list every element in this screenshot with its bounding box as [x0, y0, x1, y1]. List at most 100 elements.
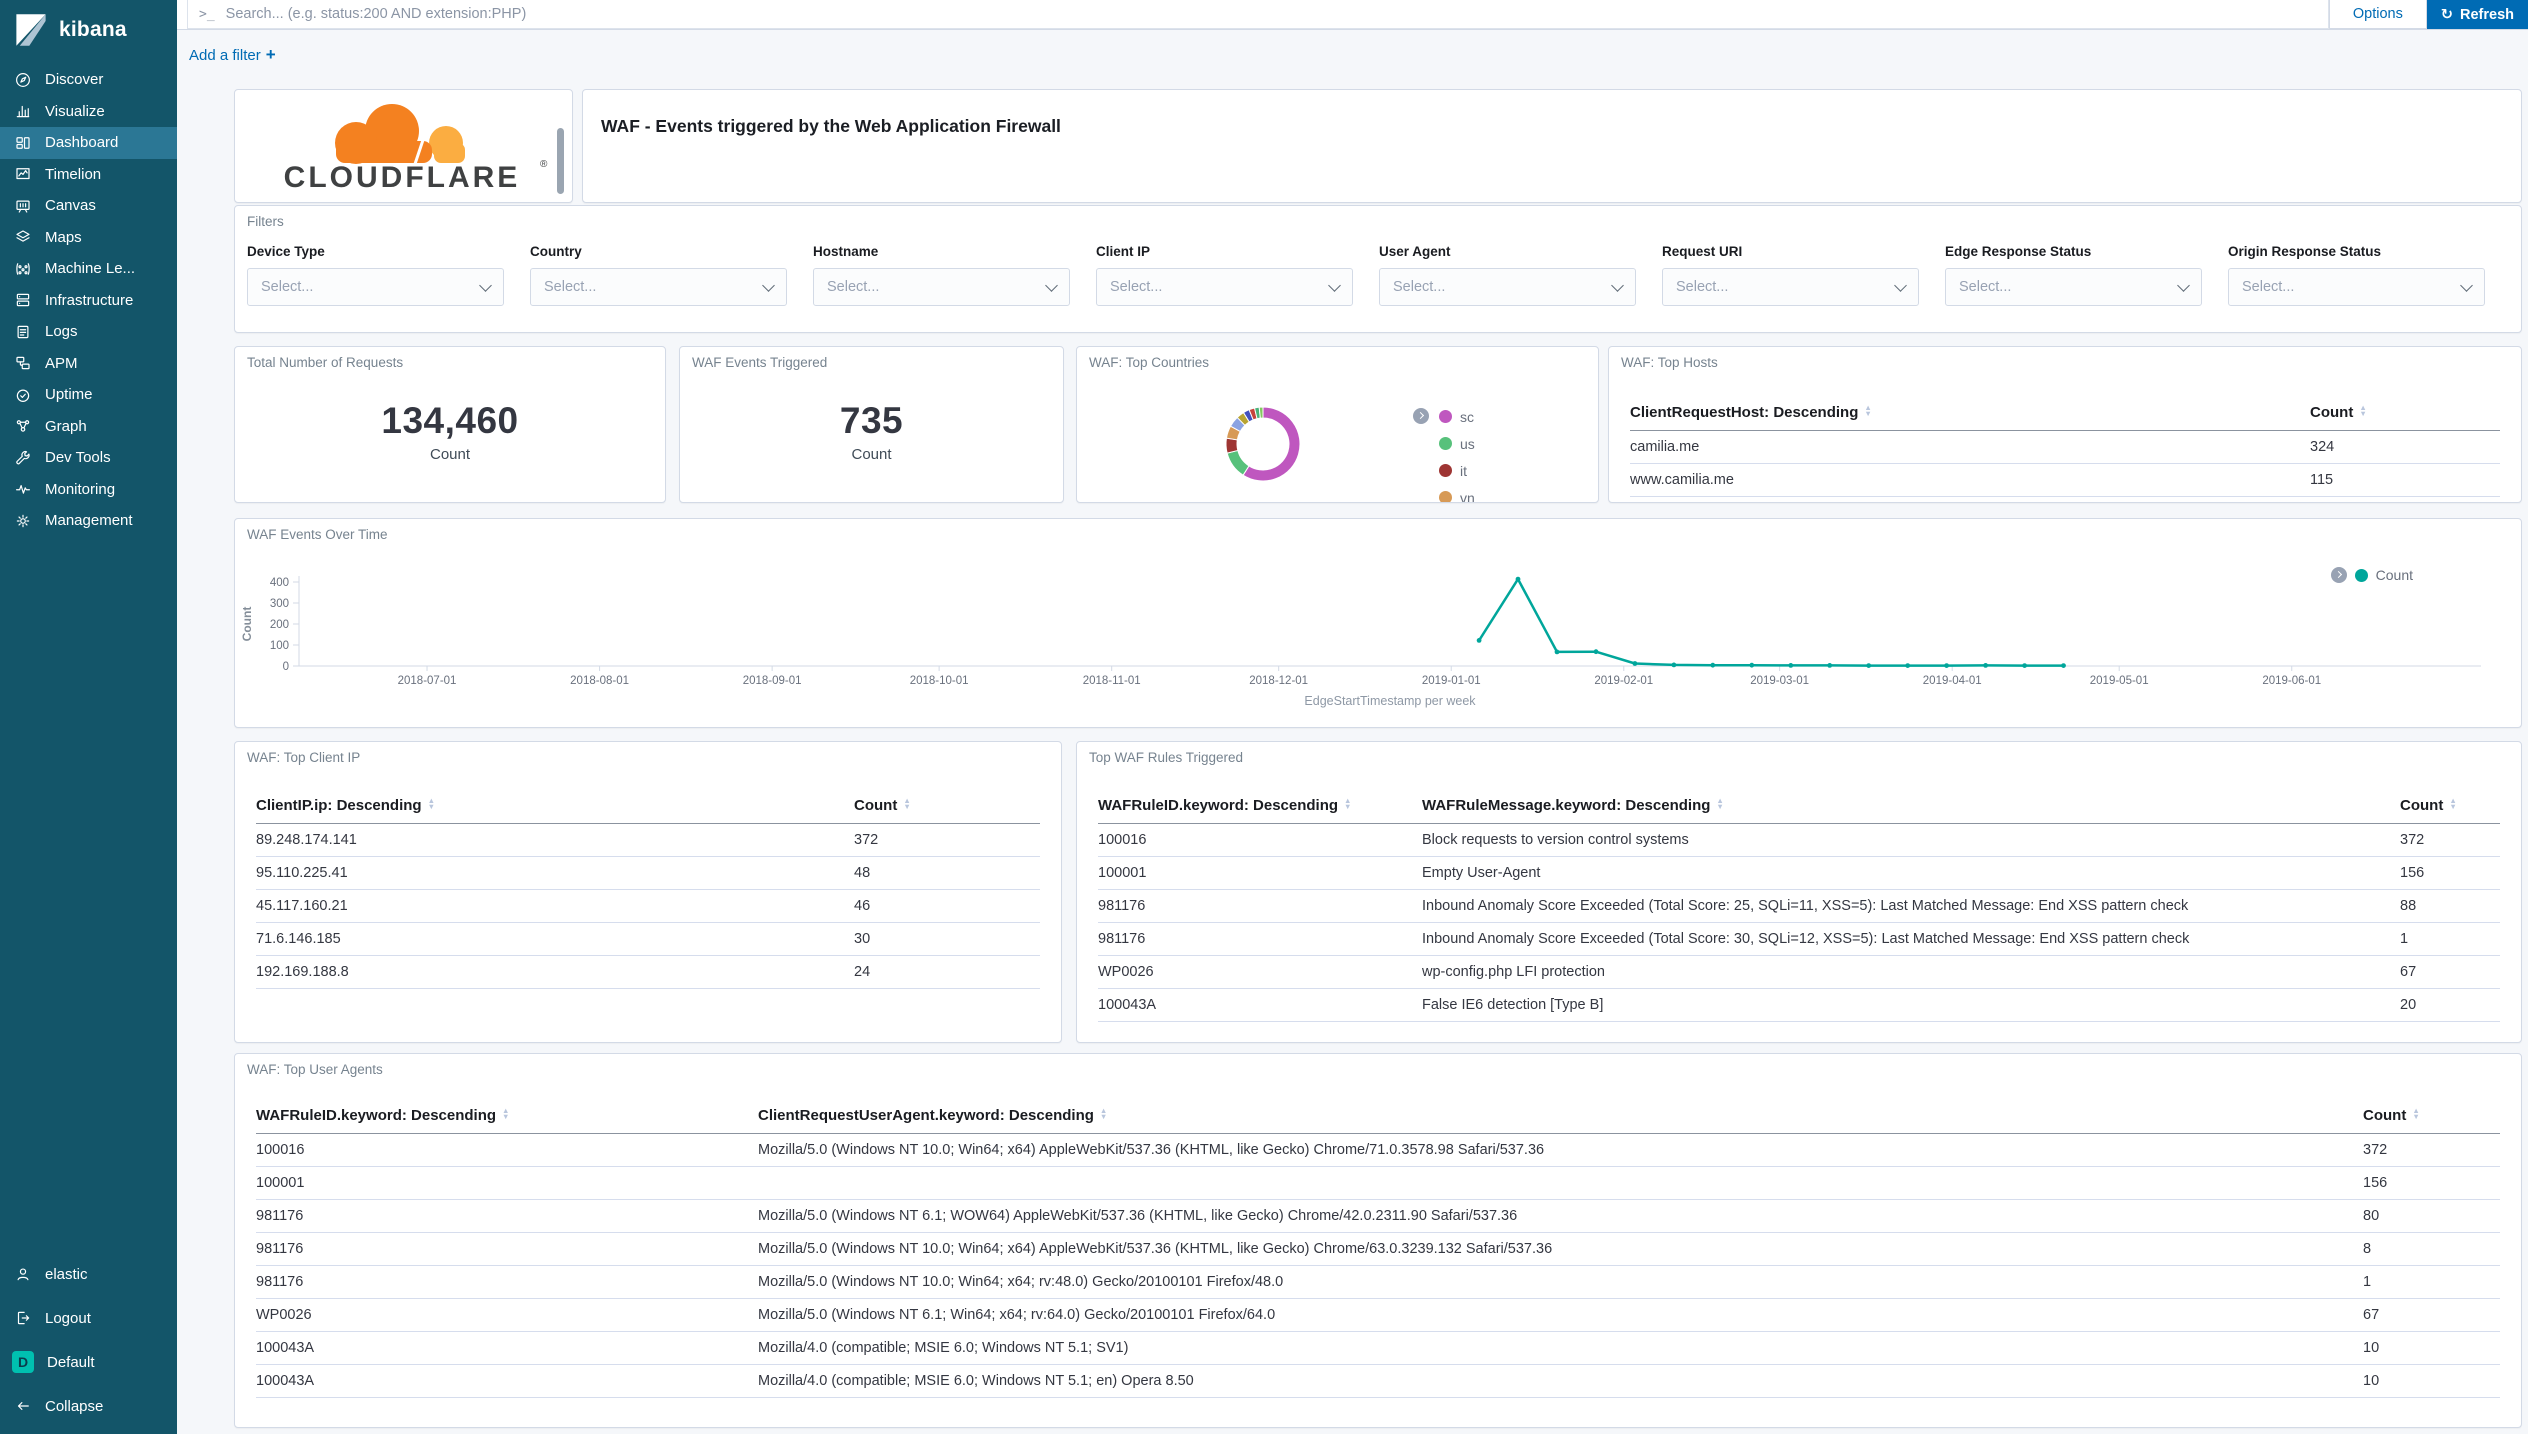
time-chart-legend[interactable]: Count: [2331, 567, 2413, 583]
legend-label[interactable]: vn: [1460, 490, 1475, 504]
donut-slice-us[interactable]: [1227, 450, 1249, 475]
sidebar-item-machine-le[interactable]: Machine Le...: [0, 253, 177, 285]
sort-icon[interactable]: ▲▼: [1864, 405, 1871, 418]
legend-item-us[interactable]: us: [1439, 430, 1475, 457]
sidebar-item-apm[interactable]: APM: [0, 348, 177, 380]
column-header-clientrequesthost-descending[interactable]: ClientRequestHost: Descending▲▼: [1630, 397, 2310, 431]
sidebar-item-monitoring[interactable]: Monitoring: [0, 474, 177, 506]
legend-item-sc[interactable]: sc: [1439, 403, 1475, 430]
table-row: 89.248.174.141372: [256, 824, 1040, 857]
sort-icon[interactable]: ▲▼: [428, 798, 435, 811]
filter-select-user-agent[interactable]: Select...: [1379, 268, 1636, 306]
legend-label[interactable]: sc: [1460, 409, 1474, 425]
sidebar-item-infrastructure[interactable]: Infrastructure: [0, 285, 177, 317]
main-content: >_ Options ↻ Refresh Add a filter+: [177, 0, 2528, 1434]
filter-select-client-ip[interactable]: Select...: [1096, 268, 1353, 306]
infrastructure-icon: [14, 291, 32, 309]
legend-item-it[interactable]: it: [1439, 457, 1475, 484]
legend-item-vn[interactable]: vn: [1439, 484, 1475, 503]
sort-icon[interactable]: ▲▼: [2359, 405, 2366, 418]
column-header-count[interactable]: Count▲▼: [2310, 397, 2500, 431]
column-header-clientip-ip-descending[interactable]: ClientIP.ip: Descending▲▼: [256, 790, 854, 824]
panel-scrollbar[interactable]: [557, 128, 564, 194]
search-input[interactable]: [224, 5, 2317, 23]
countries-donut-chart[interactable]: [1077, 347, 1437, 500]
sidebar-item-management[interactable]: Management: [0, 505, 177, 537]
sort-icon[interactable]: ▲▼: [1100, 1108, 1107, 1121]
donut-slice-9[interactable]: [1259, 407, 1263, 418]
table-cell: Mozilla/5.0 (Windows NT 10.0; Win64; x64…: [758, 1266, 2363, 1299]
monitoring-icon: [14, 480, 32, 498]
sidebar-item-label: APM: [45, 355, 78, 372]
column-header-count[interactable]: Count▲▼: [2363, 1100, 2500, 1134]
sort-icon[interactable]: ▲▼: [1716, 798, 1723, 811]
panel-title: Filters: [247, 214, 284, 229]
column-header-wafruleid-keyword-descending[interactable]: WAFRuleID.keyword: Descending▲▼: [1098, 790, 1422, 824]
sort-icon[interactable]: ▲▼: [2412, 1108, 2419, 1121]
search-box[interactable]: >_: [187, 0, 2329, 29]
table-cell: [758, 1167, 2363, 1200]
top-waf-rules-panel: Top WAF Rules Triggered WAFRuleID.keywor…: [1076, 741, 2522, 1043]
sort-icon[interactable]: ▲▼: [2449, 798, 2456, 811]
column-header-count[interactable]: Count▲▼: [854, 790, 1040, 824]
filter-select-device-type[interactable]: Select...: [247, 268, 504, 306]
sidebar-item-default[interactable]: DDefault: [0, 1340, 177, 1384]
sidebar-item-label: Dev Tools: [45, 449, 111, 466]
sort-icon[interactable]: ▲▼: [1344, 798, 1351, 811]
chevron-down-icon: [2177, 279, 2190, 292]
legend-label[interactable]: us: [1460, 436, 1475, 452]
sidebar-item-collapse[interactable]: Collapse: [0, 1384, 177, 1428]
table-cell: WP0026: [1098, 956, 1422, 989]
panel-title: WAF: Top Hosts: [1621, 355, 1718, 370]
sidebar-item-visualize[interactable]: Visualize: [0, 96, 177, 128]
table-cell: 100001: [1098, 857, 1422, 890]
legend-chevron-icon[interactable]: [1413, 408, 1429, 424]
sidebar-item-elastic[interactable]: elastic: [0, 1252, 177, 1296]
column-header-count[interactable]: Count▲▼: [2400, 790, 2500, 824]
filter-select-hostname[interactable]: Select...: [813, 268, 1070, 306]
waf-events-triggered-panel: WAF Events Triggered 735 Count: [679, 346, 1064, 503]
legend-chevron-icon[interactable]: [2331, 567, 2347, 583]
column-header-wafruleid-keyword-descending[interactable]: WAFRuleID.keyword: Descending▲▼: [256, 1100, 758, 1134]
sort-icon[interactable]: ▲▼: [502, 1108, 509, 1121]
sidebar-item-logout[interactable]: Logout: [0, 1296, 177, 1340]
refresh-button[interactable]: ↻ Refresh: [2427, 0, 2528, 29]
filter-select-country[interactable]: Select...: [530, 268, 787, 306]
filter-select-origin-response-status[interactable]: Select...: [2228, 268, 2485, 306]
sidebar-item-label: Management: [45, 512, 133, 529]
options-button[interactable]: Options: [2329, 0, 2427, 29]
sort-icon[interactable]: ▲▼: [903, 798, 910, 811]
donut-slice-it[interactable]: [1226, 438, 1238, 453]
add-filter-link[interactable]: Add a filter+: [189, 45, 276, 65]
kibana-logo[interactable]: kibana: [0, 0, 177, 60]
sidebar-item-dev-tools[interactable]: Dev Tools: [0, 442, 177, 474]
machine-learning-icon: [14, 260, 32, 278]
column-header-wafrulemessage-keyword-descending[interactable]: WAFRuleMessage.keyword: Descending ▲▼: [1422, 790, 2400, 824]
sidebar-item-canvas[interactable]: Canvas: [0, 190, 177, 222]
table-cell: 46: [854, 890, 1040, 923]
sidebar-item-discover[interactable]: Discover: [0, 64, 177, 96]
column-header-clientrequestuseragent-keyword-descending[interactable]: ClientRequestUserAgent.keyword: Descendi…: [758, 1100, 2363, 1134]
sidebar-item-graph[interactable]: Graph: [0, 411, 177, 443]
cloudflare-reg-mark: ®: [540, 159, 548, 170]
table-cell: 10: [2363, 1332, 2500, 1365]
sidebar-item-label: Logs: [45, 323, 78, 340]
table-cell: 1: [2400, 923, 2500, 956]
sidebar-item-uptime[interactable]: Uptime: [0, 379, 177, 411]
legend-series-label[interactable]: Count: [2376, 567, 2413, 583]
table-row: 100001156: [256, 1167, 2500, 1200]
filter-select-edge-response-status[interactable]: Select...: [1945, 268, 2202, 306]
sidebar-item-maps[interactable]: Maps: [0, 222, 177, 254]
select-placeholder: Select...: [1959, 279, 2011, 295]
sidebar-item-logs[interactable]: Logs: [0, 316, 177, 348]
column-header-label: WAFRuleMessage.keyword: Descending: [1422, 797, 1710, 814]
table-cell: 67: [2400, 956, 2500, 989]
sidebar-item-dashboard[interactable]: Dashboard: [0, 127, 177, 159]
filter-select-request-uri[interactable]: Select...: [1662, 268, 1919, 306]
filter-label: Device Type: [247, 244, 504, 259]
table-cell: 100016: [256, 1134, 758, 1167]
sidebar-item-timelion[interactable]: Timelion: [0, 159, 177, 191]
legend-label[interactable]: it: [1460, 463, 1467, 479]
chevron-down-icon: [1894, 279, 1907, 292]
cloudflare-cloud-light: [429, 126, 465, 163]
